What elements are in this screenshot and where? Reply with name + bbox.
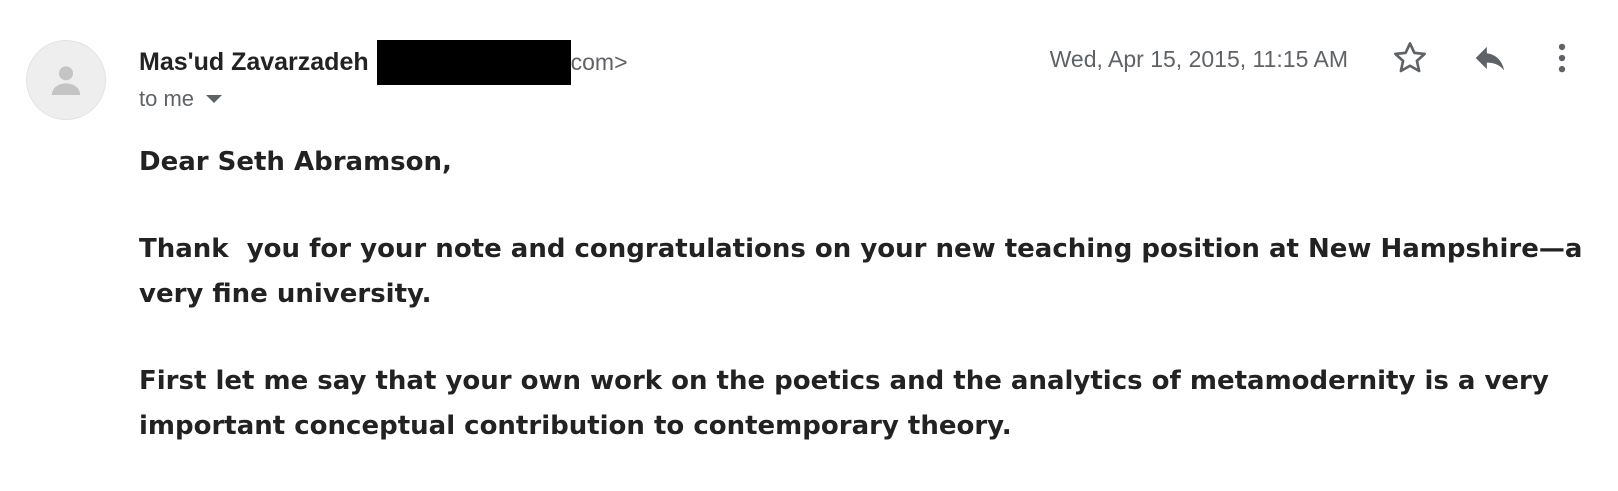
sender-name[interactable]: Mas'ud Zavarzadeh [139,48,369,77]
more-options-button[interactable] [1540,36,1584,80]
reply-button[interactable] [1468,36,1512,80]
reply-icon [1475,46,1505,71]
sender-line: Mas'ud Zavarzadeh com> [139,39,628,85]
sender-email: com> [570,48,628,75]
email-paragraph: Thank you for your note and congratulati… [139,234,1592,309]
caret-down-icon[interactable] [206,95,223,103]
recipient-details-toggle[interactable]: to me [139,86,223,112]
redaction-box [376,39,571,85]
star-icon [1394,42,1426,73]
email-timestamp: Wed, Apr 15, 2015, 11:15 AM [1049,46,1348,72]
person-icon [51,66,81,95]
star-button[interactable] [1388,36,1432,80]
email-greeting: Dear Seth Abramson, [139,147,452,177]
more-vert-icon [1558,43,1566,73]
email-paragraph: First let me say that your own work on t… [139,366,1558,441]
email-body: Dear Seth Abramson, Thank you for your n… [139,140,1589,491]
sender-avatar[interactable] [26,40,106,120]
recipient-label: to me [139,86,195,111]
